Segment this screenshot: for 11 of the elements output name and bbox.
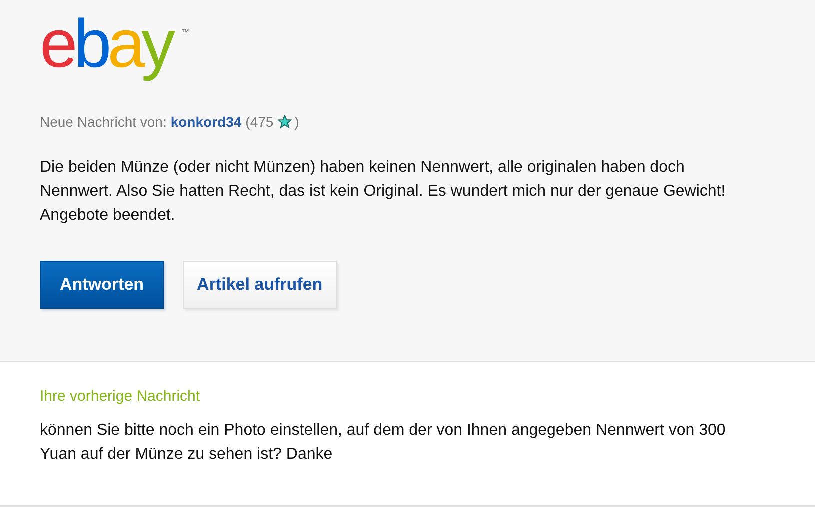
star-icon: [278, 115, 292, 129]
feedback-close: ): [294, 114, 300, 130]
previous-message-text: können Sie bitte noch ein Photo einstellen, auf dem der von Ihnen angegeben Nennwert von 300 Yuan auf der Münze zu sehen ist? Danke: [40, 421, 727, 465]
reply-button[interactable]: Antworten: [40, 261, 164, 309]
message-text: Die beiden Münze (oder nicht Münzen) haben keinen Nennwert, alle originalen haben doch Nennwert. Also Sie hatten Recht, das ist kein Original. Es wundert mich nur der genaue Gewicht! Angebote beendet.: [40, 158, 727, 226]
sender-link[interactable]: konkord34: [170, 114, 242, 130]
feedback-score: (475: [246, 114, 274, 130]
previous-message-heading: Ihre vorherige Nachricht: [40, 388, 202, 405]
sender-label: Neue Nachricht von:: [40, 114, 167, 130]
ebay-logo: ebay$^{™}$: [40, 5, 190, 84]
view-item-button[interactable]: Artikel aufrufen: [183, 261, 337, 309]
